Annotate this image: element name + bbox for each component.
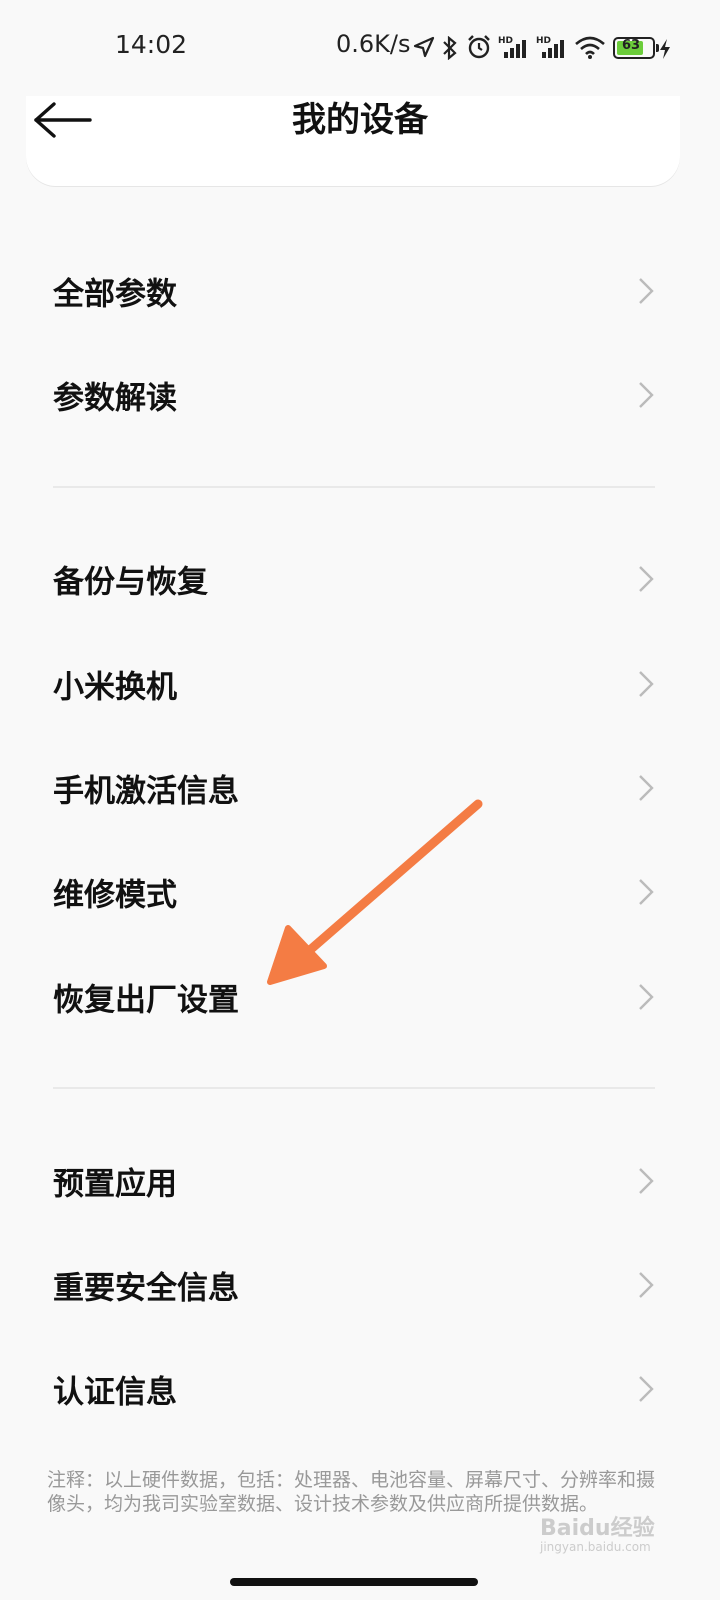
status-bar: 14:02 0.6K/s HD HD 63	[0, 0, 720, 96]
page-title: 我的设备	[292, 100, 428, 140]
list-item-label: 全部参数	[53, 276, 177, 313]
chevron-right-icon	[639, 1168, 654, 1194]
chevron-right-icon	[639, 671, 654, 697]
chevron-right-icon	[639, 879, 654, 905]
list-item-label: 认证信息	[53, 1374, 177, 1411]
list-item-all-params[interactable]: 全部参数	[0, 239, 720, 343]
chevron-right-icon	[639, 566, 654, 592]
bluetooth-icon	[443, 36, 457, 60]
list-item-preinstalled-apps[interactable]: 预置应用	[0, 1129, 720, 1233]
battery-level: 63	[621, 38, 641, 53]
footnote: 注释：以上硬件数据，包括：处理器、电池容量、屏幕尺寸、分辨率和摄像头，均为我司实…	[47, 1469, 656, 1515]
list-item-repair-mode[interactable]: 维修模式	[0, 840, 720, 944]
location-icon	[413, 36, 435, 58]
wifi-icon	[575, 36, 605, 59]
chevron-right-icon	[639, 775, 654, 801]
watermark-logo: Baidu经验	[540, 1516, 655, 1541]
signal-hd-icon: HD	[536, 36, 564, 58]
charging-icon	[660, 39, 670, 59]
list-item-label: 手机激活信息	[53, 773, 239, 810]
chevron-right-icon	[639, 1272, 654, 1298]
list-item-label: 重要安全信息	[53, 1270, 239, 1307]
divider	[53, 486, 655, 488]
list-item-safety-info[interactable]: 重要安全信息	[0, 1233, 720, 1337]
chevron-right-icon	[639, 1376, 654, 1402]
battery-icon: 63	[613, 37, 659, 59]
list-item-params-explain[interactable]: 参数解读	[0, 343, 720, 447]
home-indicator[interactable]	[230, 1578, 478, 1586]
list-item-label: 小米换机	[53, 669, 177, 706]
list-item-label: 预置应用	[53, 1166, 177, 1203]
list-item-label: 维修模式	[53, 877, 177, 914]
list-item-factory-reset[interactable]: 恢复出厂设置	[0, 945, 720, 1049]
divider	[53, 1087, 655, 1089]
status-time: 14:02	[115, 30, 188, 59]
chevron-right-icon	[639, 984, 654, 1010]
list-item-activation-info[interactable]: 手机激活信息	[0, 736, 720, 840]
svg-text:HD: HD	[536, 36, 551, 46]
list-item-mi-mover[interactable]: 小米换机	[0, 632, 720, 736]
chevron-right-icon	[639, 278, 654, 304]
list-item-label: 参数解读	[53, 380, 177, 417]
signal-hd-icon: HD	[498, 36, 526, 58]
network-speed: 0.6K/s	[336, 30, 411, 58]
list-item-label: 备份与恢复	[53, 564, 208, 601]
list-item-backup-restore[interactable]: 备份与恢复	[0, 527, 720, 631]
alarm-icon	[468, 35, 490, 59]
watermark-url: jingyan.baidu.com	[540, 1540, 651, 1554]
chevron-right-icon	[639, 382, 654, 408]
list-item-certification-info[interactable]: 认证信息	[0, 1337, 720, 1441]
list-item-label: 恢复出厂设置	[53, 982, 239, 1019]
svg-text:HD: HD	[498, 36, 513, 46]
